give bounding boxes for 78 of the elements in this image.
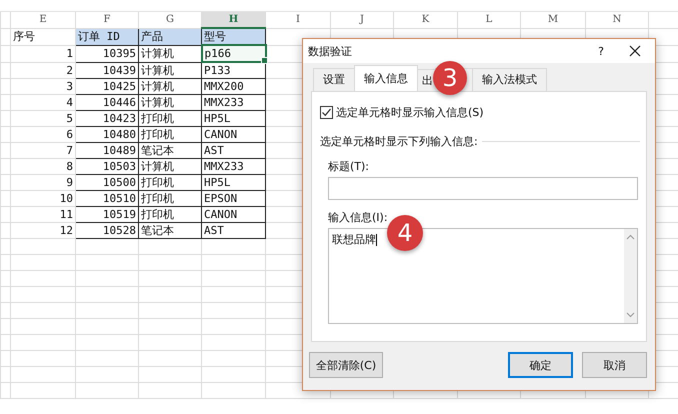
tab[interactable]: 输入法模式	[472, 68, 547, 91]
table-cell: 7	[10, 142, 76, 158]
table-cell: p166	[202, 45, 266, 62]
window-title: 数据验证	[308, 44, 353, 58]
table-cell: AST	[202, 142, 266, 158]
table-cell: 10519	[76, 206, 138, 222]
button[interactable]: 确定	[508, 352, 573, 378]
column-header[interactable]: I	[266, 12, 330, 28]
checkbox[interactable]	[320, 106, 333, 118]
table-cell: 计算机	[138, 158, 202, 174]
column-header[interactable]: M	[520, 12, 586, 28]
tab[interactable]: 输入信息	[354, 65, 418, 91]
table-cell: 10480	[76, 126, 138, 142]
table-cell: 2	[10, 62, 76, 78]
table-cell: EPSON	[202, 190, 266, 206]
column-header[interactable]: E	[10, 12, 76, 28]
table-cell: MMX233	[202, 158, 266, 174]
chevron-down-icon[interactable]	[626, 312, 635, 318]
table-cell: 笔记本	[138, 222, 202, 238]
button[interactable]: 取消	[582, 352, 647, 378]
table-cell: 10	[10, 190, 76, 206]
table-cell: 4	[10, 94, 76, 110]
table-cell: 10500	[76, 174, 138, 190]
table-header: 订单 ID	[76, 28, 138, 45]
checkbox-label[interactable]: 选定单元格时显示输入信息(S)	[336, 104, 484, 120]
table-cell: HP5L	[202, 110, 266, 126]
table-cell: MMX233	[202, 94, 266, 110]
column-header[interactable]: F	[76, 12, 138, 28]
table-cell: 10425	[76, 78, 138, 94]
table-cell: 11	[10, 206, 76, 222]
table-cell: 10528	[76, 222, 138, 238]
table-header: 序号	[10, 28, 76, 45]
table-cell: 8	[10, 158, 76, 174]
column-header[interactable]: K	[394, 12, 458, 28]
field-label: 标题(T):	[328, 159, 370, 173]
table-cell: 打印机	[138, 174, 202, 190]
table-cell: 10395	[76, 45, 138, 62]
table-cell: 3	[10, 78, 76, 94]
close-icon[interactable]	[629, 45, 641, 57]
table-cell: CANON	[202, 126, 266, 142]
table-cell: 12	[10, 222, 76, 238]
table-cell: 10423	[76, 110, 138, 126]
button[interactable]: 全部清除(C)	[309, 352, 383, 378]
section-label: 选定单元格时显示下列输入信息:	[320, 134, 478, 149]
table-cell: 10503	[76, 158, 138, 174]
table-cell: 计算机	[138, 94, 202, 110]
table-cell: AST	[202, 222, 266, 238]
table-cell: 笔记本	[138, 142, 202, 158]
table-cell: 计算机	[138, 78, 202, 94]
chevron-up-icon[interactable]	[626, 234, 635, 240]
column-header[interactable]: N	[586, 12, 648, 28]
table-cell: 计算机	[138, 62, 202, 78]
table-cell: 10439	[76, 62, 138, 78]
fill-handle[interactable]	[260, 57, 268, 64]
table-header: 产品	[138, 28, 202, 45]
column-header[interactable]: H	[202, 12, 266, 28]
scrollbar[interactable]	[624, 229, 637, 323]
table-cell: 6	[10, 126, 76, 142]
tab[interactable]: 设置	[313, 68, 355, 91]
help-button[interactable]: ?	[591, 44, 611, 58]
table-cell: 10489	[76, 142, 138, 158]
table-cell: 9	[10, 174, 76, 190]
table-cell: 10510	[76, 190, 138, 206]
table-cell: MMX200	[202, 78, 266, 94]
table-cell: HP5L	[202, 174, 266, 190]
table-cell: CANON	[202, 206, 266, 222]
field-label: 输入信息(I):	[328, 210, 389, 224]
table-cell: 10446	[76, 94, 138, 110]
input-field[interactable]	[328, 177, 638, 200]
table-cell: 打印机	[138, 110, 202, 126]
table-cell: P133	[202, 62, 266, 78]
column-header[interactable]: J	[330, 12, 394, 28]
table-cell: 5	[10, 110, 76, 126]
table-cell: 1	[10, 45, 76, 62]
table-cell: 打印机	[138, 126, 202, 142]
table-cell: 打印机	[138, 206, 202, 222]
column-header[interactable]: L	[458, 12, 520, 28]
table-cell: 打印机	[138, 190, 202, 206]
